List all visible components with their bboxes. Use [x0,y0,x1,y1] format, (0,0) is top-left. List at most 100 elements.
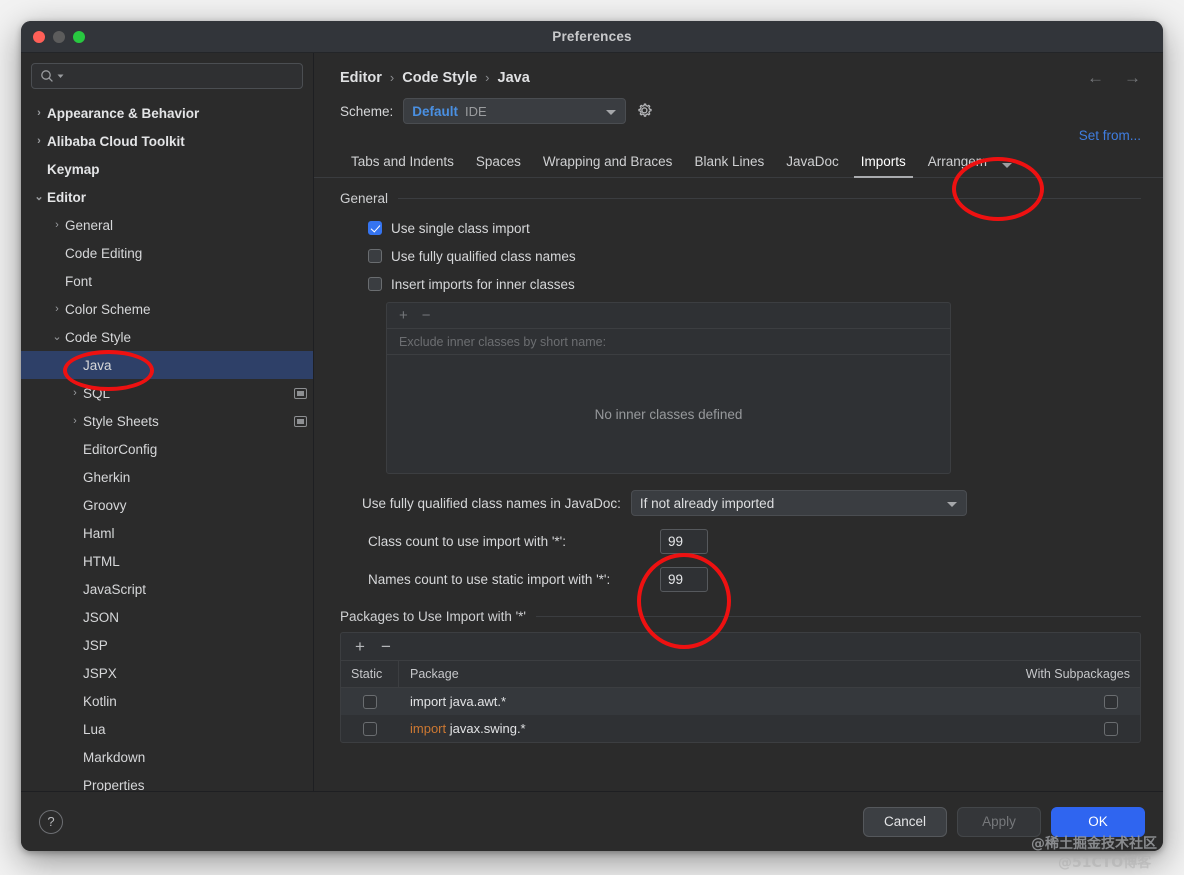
forward-arrow-icon[interactable]: → [1124,69,1141,86]
sidebar-item-color-scheme[interactable]: › Color Scheme [21,295,313,323]
checkbox-insert-imports-for-inner-classes[interactable] [368,277,382,291]
sidebar-item-label: Java [83,357,112,373]
breadcrumb-item-java[interactable]: Java [498,70,530,86]
checkbox-use-fully-qualified-class-names[interactable] [368,249,382,263]
sidebar-item-jsp[interactable]: JSP [21,631,313,659]
chevron-right-icon[interactable]: › [31,135,47,147]
sidebar-item-keymap[interactable]: Keymap [21,155,313,183]
tab-blank-lines[interactable]: Blank Lines [683,148,775,177]
sidebar-item-code-style[interactable]: ⌄ Code Style [21,323,313,351]
sidebar-item-haml[interactable]: Haml [21,519,313,547]
search-area [21,53,313,97]
sidebar-item-json[interactable]: JSON [21,603,313,631]
checkbox-row[interactable]: Use single class import [340,214,1141,242]
sidebar-item-java[interactable]: Java [21,351,313,379]
with-subpackages-checkbox[interactable] [1104,694,1118,709]
settings-tree[interactable]: › Appearance & Behavior › Alibaba Cloud Too… [21,97,313,791]
sidebar-item-label: Lua [83,721,106,737]
chevron-down-icon[interactable]: ⌄ [31,191,47,203]
inner-classes-toolbar: + − [387,303,950,329]
sidebar-item-label: Font [65,273,93,289]
module-scope-icon[interactable] [294,415,307,427]
module-scope-icon[interactable] [294,387,307,399]
back-arrow-icon[interactable]: ← [1087,69,1104,86]
sidebar-item-editor[interactable]: ⌄ Editor [21,183,313,211]
chevron-right-icon[interactable]: › [67,387,83,399]
imports-settings-content: General Use single class import Use fully… [314,178,1163,791]
sidebar-item-sql[interactable]: › SQL [21,379,313,407]
sidebar-item-lua[interactable]: Lua [21,715,313,743]
with-subpackages-checkbox[interactable] [1104,721,1118,736]
chevron-right-icon[interactable]: › [49,219,65,231]
packages-table-header: Static Package With Subpackages [341,661,1140,688]
tab-arrangem[interactable]: Arrangem [917,148,998,177]
set-from-row: Set from... [314,124,1163,148]
sidebar-item-html[interactable]: HTML [21,547,313,575]
remove-icon[interactable]: − [422,308,431,323]
cell-package[interactable]: import java.awt.* [399,694,1004,709]
sidebar-item-jspx[interactable]: JSPX [21,659,313,687]
cancel-button[interactable]: Cancel [863,806,947,837]
search-box[interactable] [31,63,303,89]
tabs-overflow-chevron-down-icon[interactable] [1002,163,1013,168]
tab-wrapping-and-braces[interactable]: Wrapping and Braces [532,148,684,177]
table-row[interactable]: import java.awt.* [341,688,1140,715]
chevron-right-icon[interactable]: › [49,303,65,315]
remove-icon[interactable]: − [381,638,391,655]
sidebar-item-style-sheets[interactable]: › Style Sheets [21,407,313,435]
window-body: › Appearance & Behavior › Alibaba Cloud Too… [21,53,1163,791]
scheme-value-secondary: IDE [465,103,487,119]
add-icon[interactable]: + [399,308,408,323]
gear-icon[interactable] [636,102,654,120]
general-title: General [340,191,389,206]
packages-title: Packages to Use Import with '*' [340,609,526,624]
static-checkbox[interactable] [363,694,377,709]
table-row[interactable]: import javax.swing.* [341,715,1140,742]
sidebar-item-code-editing[interactable]: Code Editing [21,239,313,267]
breadcrumb-item-code-style[interactable]: Code Style [402,70,477,86]
sidebar-item-appearance-behavior[interactable]: › Appearance & Behavior [21,99,313,127]
tab-spaces[interactable]: Spaces [465,148,532,177]
search-icon [41,70,53,82]
sidebar-item-font[interactable]: Font [21,267,313,295]
packages-table-body: import java.awt.* import javax.swing.* [341,688,1140,742]
checkbox-row[interactable]: Insert imports for inner classes [340,270,1141,298]
chevron-down-icon [606,110,617,115]
set-from-link[interactable]: Set from... [1079,128,1141,143]
static-checkbox[interactable] [363,721,377,736]
javadoc-fqn-label: Use fully qualified class names in JavaD… [362,495,621,511]
sidebar-item-kotlin[interactable]: Kotlin [21,687,313,715]
chevron-right-icon[interactable]: › [67,415,83,427]
tab-tabs-and-indents[interactable]: Tabs and Indents [340,148,465,177]
sidebar-item-general[interactable]: › General [21,211,313,239]
ok-button[interactable]: OK [1051,806,1145,837]
search-input[interactable] [67,69,294,83]
packages-toolbar: + − [341,633,1140,661]
sidebar-item-properties[interactable]: Properties [21,771,313,792]
sidebar-item-label: Groovy [83,497,127,513]
checkbox-row[interactable]: Use fully qualified class names [340,242,1141,270]
tab-javadoc[interactable]: JavaDoc [775,148,850,177]
add-icon[interactable]: + [355,638,365,655]
code-style-tabs[interactable]: Tabs and Indents Spaces Wrapping and Brace… [314,148,1163,178]
sidebar-item-markdown[interactable]: Markdown [21,743,313,771]
chevron-right-icon[interactable]: › [31,107,47,119]
tab-imports[interactable]: Imports [850,148,917,178]
chevron-down-icon[interactable] [57,73,64,80]
class-count-input[interactable]: 99 [660,529,708,554]
breadcrumb-item-editor[interactable]: Editor [340,70,382,86]
javadoc-fqn-dropdown[interactable]: If not already imported [630,490,967,516]
sidebar-item-label: Keymap [47,161,100,177]
sidebar-item-editorconfig[interactable]: EditorConfig [21,435,313,463]
help-button[interactable]: ? [39,809,63,834]
sidebar-item-javascript[interactable]: JavaScript [21,575,313,603]
class-count-label: Class count to use import with '*': [368,534,566,549]
sidebar-item-groovy[interactable]: Groovy [21,491,313,519]
scheme-dropdown[interactable]: Default IDE [403,98,627,124]
sidebar-item-gherkin[interactable]: Gherkin [21,463,313,491]
names-count-input[interactable]: 99 [660,567,708,592]
checkbox-use-single-class-import[interactable] [368,221,382,235]
cell-package[interactable]: import javax.swing.* [399,721,1004,736]
sidebar-item-alibaba-cloud-toolkit[interactable]: › Alibaba Cloud Toolkit [21,127,313,155]
chevron-down-icon[interactable]: ⌄ [49,331,65,343]
